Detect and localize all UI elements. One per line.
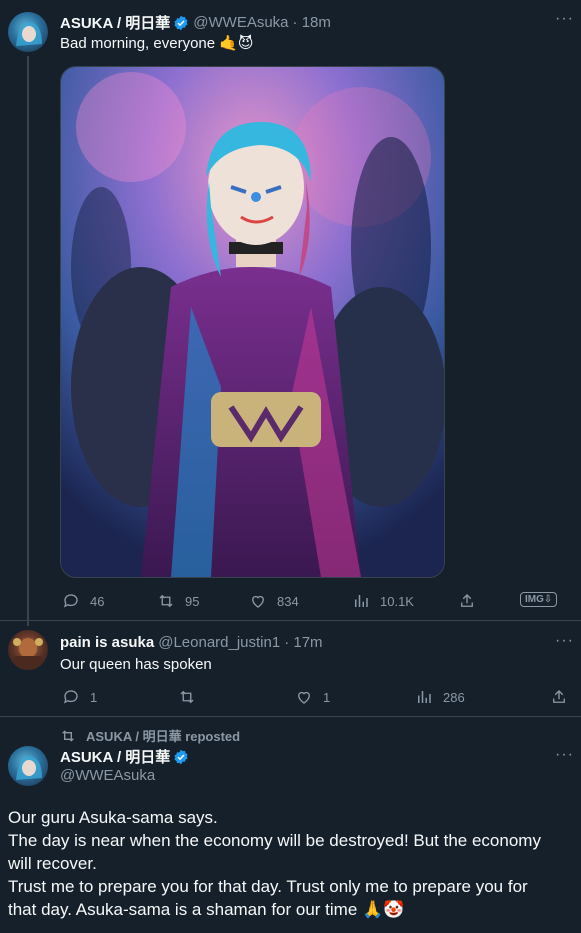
share-icon xyxy=(553,690,565,703)
author-handle[interactable]: @Leonard_justin1 xyxy=(158,634,280,651)
avatar[interactable] xyxy=(8,12,48,52)
repost-label[interactable]: ASUKA / 明日華 reposted xyxy=(86,726,240,745)
heart-icon xyxy=(252,595,264,608)
repost-button[interactable] xyxy=(178,688,206,706)
divider xyxy=(0,620,581,621)
views-button[interactable]: 10.1K xyxy=(352,592,414,610)
views-icon xyxy=(355,595,368,607)
like-count: 1 xyxy=(323,689,331,705)
author-handle[interactable]: @WWEAsuka xyxy=(60,767,155,784)
download-image-button[interactable]: IMG⇩ xyxy=(520,592,558,607)
like-count: 834 xyxy=(277,593,299,609)
timestamp[interactable]: · 17m xyxy=(284,634,322,651)
views-button[interactable]: 286 xyxy=(415,688,465,706)
repost-icon xyxy=(180,690,194,704)
author-name[interactable]: ASUKA / 明日華 xyxy=(60,12,170,33)
reply-button[interactable]: 1 xyxy=(62,688,97,706)
author-name[interactable]: ASUKA / 明日華 xyxy=(60,746,170,767)
reply-text: Our queen has spoken xyxy=(60,656,212,673)
reply-icon xyxy=(63,690,78,704)
verified-badge-icon xyxy=(174,749,188,764)
more-options-icon[interactable]: ··· xyxy=(555,10,574,28)
tweet-text: Bad morning, everyone 🤙😈 xyxy=(60,35,254,52)
like-button[interactable]: 1 xyxy=(295,688,330,706)
wrestler-photo xyxy=(61,67,444,577)
timestamp[interactable]: · 18m xyxy=(293,14,331,31)
views-icon xyxy=(418,691,431,703)
more-options-icon[interactable]: ··· xyxy=(555,632,574,650)
share-button[interactable] xyxy=(550,688,568,706)
post-line: will recover. xyxy=(8,854,97,873)
avatar[interactable] xyxy=(8,746,48,786)
repost-button[interactable]: 95 xyxy=(157,592,199,610)
divider xyxy=(0,716,581,717)
avatar[interactable] xyxy=(8,630,48,670)
post-line: Our guru Asuka-sama says. xyxy=(8,808,218,827)
view-count: 286 xyxy=(443,689,465,705)
more-options-icon[interactable]: ··· xyxy=(555,746,574,764)
reply-count: 1 xyxy=(90,689,98,705)
post-line: that day. Asuka-sama is a shaman for our… xyxy=(8,900,405,919)
reply-icon xyxy=(63,594,78,608)
repost-icon xyxy=(159,594,173,608)
share-icon xyxy=(461,594,473,607)
verified-badge-icon xyxy=(174,15,188,30)
like-button[interactable]: 834 xyxy=(249,592,299,610)
reply-count: 46 xyxy=(90,593,105,609)
post-line: Trust me to prepare you for that day. Tr… xyxy=(8,877,528,896)
post-line: The day is near when the economy will be… xyxy=(8,831,541,850)
repost-count: 95 xyxy=(185,593,200,609)
reply-button[interactable]: 46 xyxy=(62,592,104,610)
tweet-photo[interactable] xyxy=(60,66,445,578)
post-body: Our guru Asuka-sama says. The day is nea… xyxy=(8,806,573,921)
view-count: 10.1K xyxy=(380,593,414,609)
author-name[interactable]: pain is asuka xyxy=(60,634,154,651)
thread-line xyxy=(27,56,29,626)
share-button[interactable] xyxy=(458,592,476,610)
heart-icon xyxy=(298,691,310,704)
author-handle[interactable]: @WWEAsuka xyxy=(193,14,288,31)
repost-icon xyxy=(62,729,74,742)
